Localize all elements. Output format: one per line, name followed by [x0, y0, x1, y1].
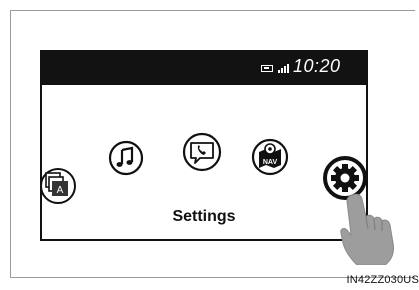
hand-pointer-icon: [340, 193, 394, 265]
nav-icon[interactable]: NAV: [251, 138, 289, 176]
svg-text:A: A: [57, 185, 64, 196]
music-icon[interactable]: [108, 140, 144, 176]
selected-app-label: Settings: [172, 208, 236, 225]
apps-icon[interactable]: A: [40, 167, 80, 207]
head-unit-screen: 10:20 A NAV Settings: [40, 50, 368, 241]
clock: 10:20: [293, 56, 341, 76]
figure-code: IN42ZZ030US: [346, 274, 419, 286]
status-bar: 10:20: [42, 52, 366, 85]
nav-icon-label: NAV: [263, 159, 278, 166]
phone-message-icon[interactable]: [182, 132, 222, 172]
signal-strength-icon: [278, 63, 291, 73]
battery-icon: [261, 65, 273, 72]
